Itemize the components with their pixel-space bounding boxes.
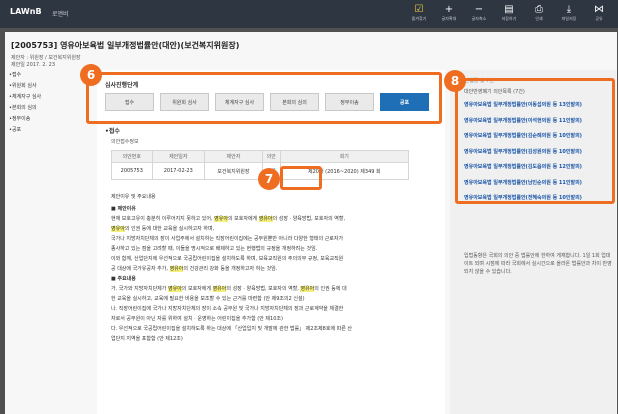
section-head: •접수 [105,128,120,135]
highlight-term: 영유아 [111,226,125,232]
tool-save-label: 저장하기 [501,16,517,21]
table-header-cell: 제안자 [203,150,263,163]
reason-content: 제안이유 및 주요내용 ■ 제안이유 현재 보호고유이 충분히 이루어지지 못하… [111,192,437,344]
tool-bookmark[interactable]: ☑ 즐겨찾기 [404,3,434,22]
app-window: LAWnB 로앤비 ☑ 즐겨찾기 + 글자확대 − 글자축소 ▤ 저장하기 ⎙ 인쇄 ⤓ 파일저장 ⋈ 공… [0,0,618,414]
para-12: 업단지 지역을 포함함 (안 제12조) [111,336,183,342]
highlight-term: 영유아 [258,216,273,222]
table-cell: 2005753 [111,162,153,180]
top-bar: LAWnB 로앤비 ☑ 즐겨찾기 + 글자확대 − 글자축소 ▤ 저장하기 ⎙ 인쇄 ⤓ 파일저장 ⋈ 공… [0,0,618,28]
callout-box-related [455,78,615,204]
tool-print[interactable]: ⎙ 인쇄 [524,3,554,22]
tool-share-label: 공유 [595,16,603,21]
tool-download[interactable]: ⤓ 파일저장 [554,3,584,22]
plus-icon: + [444,4,454,15]
download-icon: ⤓ [566,4,572,15]
callout-badge-8: 8 [444,70,466,92]
para-5: 이와 함께, 산업단지에 우선적으로 국공립어린이집을 설치하도록 하며, 보육… [111,256,344,262]
toc-item[interactable]: •본회의 심의 [9,103,89,114]
para-1: 현재 보호고유이 충분히 이루어지지 못하고 있어, 영유아의 보호자에게 영유… [111,216,346,222]
toc-item[interactable]: •정부이송 [9,114,89,125]
callout-box-stage [86,72,442,124]
callout-box-original [280,166,322,190]
section-sub: 의안접수정보 [111,139,139,145]
toc-item[interactable]: •접수 [9,70,89,81]
table-header-row: 의안번호 제안일자 제안자 의안 회기 [111,150,410,163]
para-6: 공 대상에 국가유공자 추가, 영유아의 건강관리 강화 등을 개정하고자 하는… [111,266,278,272]
tool-bookmark-label: 즐겨찾기 [411,16,427,21]
tool-print-label: 인쇄 [535,16,543,21]
tool-zoom-in-label: 글자확대 [441,16,457,21]
check-icon: ☑ [414,4,424,15]
tool-save[interactable]: ▤ 저장하기 [494,3,524,22]
table-header-cell: 의안번호 [111,150,153,163]
highlight-term: 영유아 [167,286,182,292]
reason-heading: ■ 제안이유 [111,206,136,212]
doc-date: 제안일 2017. 2. 23 [11,62,56,68]
highlight-term: 영유아 [169,266,184,272]
table-header-cell: 제안일자 [151,150,205,163]
page-title: [2005753] 영유아보육법 일부개정법률안(대안)(보건복지위원장) [11,41,240,50]
tool-zoom-out[interactable]: − 글자축소 [464,3,494,22]
para-10: 자로서 공무원이 아닌 자를 위하여 설치 · 운영하는 어린이집을 추가함 (… [111,316,283,322]
doc-proposer: 제안자 : 위원장 / 보건복지위원장 [11,55,81,61]
table-cell: 2017-02-23 [151,162,205,180]
toc-item[interactable]: •위원회 심사 [9,81,89,92]
toc-nav: •접수 •위원회 심사 •체계자구 심사 •본회의 심의 •정부이송 •공포 [9,70,89,136]
main-heading: ■ 주요내용 [111,276,136,282]
para-11: 다. 우선적으로 국공립어린이집을 설치하도록 하는 대상에 「산업입지 및 개… [111,326,353,332]
callout-badge-6: 6 [80,64,102,86]
callout-badge-7: 7 [258,168,280,190]
share-icon: ⋈ [594,4,604,15]
folder-icon: ▤ [504,4,514,15]
tool-zoom-out-label: 글자축소 [471,16,487,21]
highlight-term: 영유아 [212,286,227,292]
brand-subtitle: 로앤비 [52,11,69,18]
table-cell: 보건복지위원장 [203,162,263,180]
para-8: 한 교육을 실시하고, 교육에 필요한 비용을 보조할 수 있는 근거를 마련함… [111,296,305,302]
para-2: 영유아의 인권 등에 대한 교육을 실시하고자 하며, [111,226,215,232]
tool-share[interactable]: ⋈ 공유 [584,3,614,22]
para-7: 가. 국가와 지방자치단체가 영유아의 보호자에게 영유아의 성장 · 양육방법… [111,286,347,292]
content-sub: 제안이유 및 주요내용 [111,194,156,200]
tool-zoom-in[interactable]: + 글자확대 [434,3,464,22]
toc-item[interactable]: •공포 [9,125,89,136]
highlight-term: 영유아 [300,286,315,292]
table-header-cell: 회기 [279,150,410,163]
para-4: 종사하고 있는 점을 고려할 때, 이들을 명시적으로 배제하고 있는 현행법의… [111,246,318,252]
para-3: 국가나 지방자치단체의 장이 사업주에서 설치하는 직장어린이집에는 공무원뿐만… [111,236,344,242]
highlight-term: 영유아 [214,216,228,222]
toc-item[interactable]: •체계자구 심사 [9,92,89,103]
minus-icon: − [474,4,484,15]
tool-download-label: 파일저장 [561,16,577,21]
table-header-cell: 의안 [261,150,281,163]
brand-logo[interactable]: LAWnB [10,7,42,16]
para-9: 나. 직장어린이집에 국가나 지방자치단체의 장이 소속 공무원 및 국가나 지… [111,306,344,312]
toolbar: ☑ 즐겨찾기 + 글자확대 − 글자축소 ▤ 저장하기 ⎙ 인쇄 ⤓ 파일저장 ⋈ 공유 [404,3,614,22]
print-icon: ⎙ [535,4,543,15]
related-note: 입법동향은 국회의 의안 중 법률안에 한하여 게재합니다. 1일 1회 업데이… [464,253,612,275]
